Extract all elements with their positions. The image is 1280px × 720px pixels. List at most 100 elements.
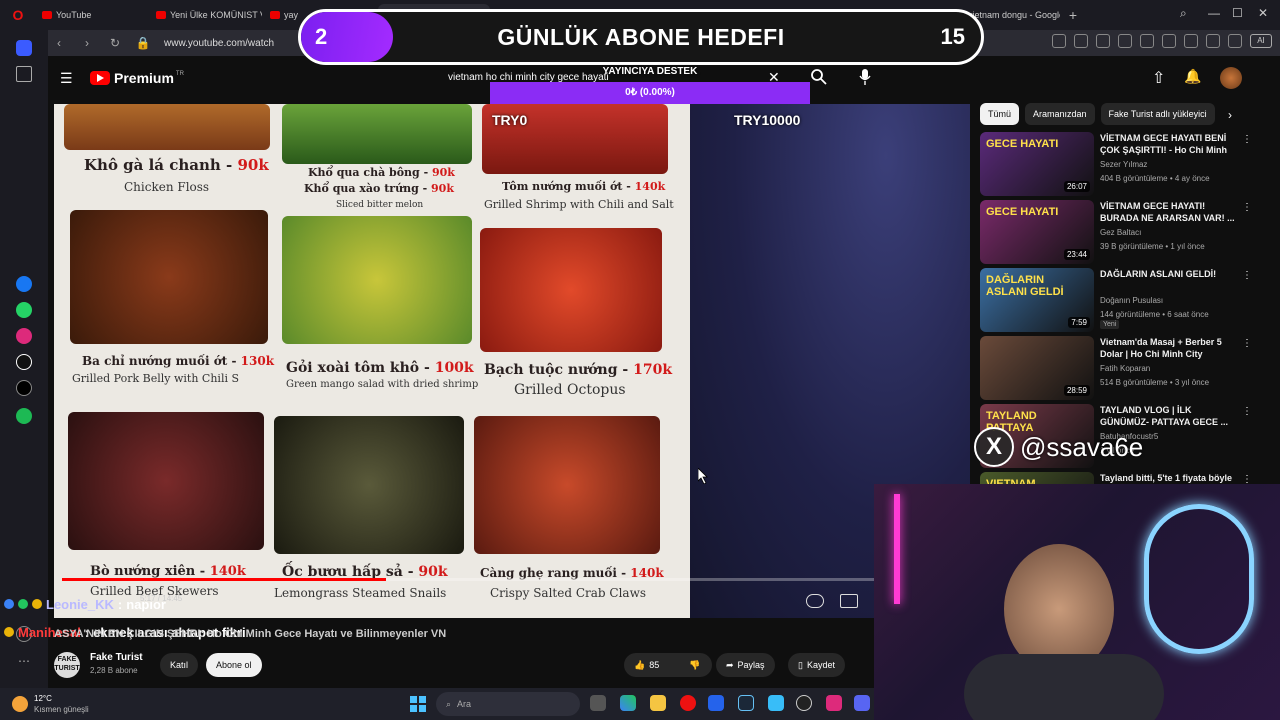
back-icon[interactable]: ‹ — [48, 36, 70, 50]
browser-tab[interactable]: YouTube — [36, 4, 148, 26]
heart-icon[interactable] — [1140, 34, 1154, 48]
camera-icon[interactable] — [1074, 34, 1088, 48]
menu-item-en: Sliced bitter melon — [336, 200, 424, 210]
video-channel[interactable]: Fatih Koparan — [1100, 364, 1150, 373]
video-thumbnail[interactable]: GECE HAYATI 23:44 — [980, 200, 1094, 264]
donation-title: YAYINCIYA DESTEK — [602, 66, 698, 77]
extensions-icon[interactable] — [1118, 34, 1132, 48]
recommended-video[interactable]: 28:59 Vietnam'da Masaj + Berber 5 Dolar |… — [980, 336, 1252, 400]
search-tabs-icon[interactable]: ⌕ — [1180, 6, 1187, 21]
video-player[interactable]: Khô gà lá chanh - 90k Chicken Floss Khổ … — [54, 104, 970, 618]
save-button[interactable]: ▯ Kaydet — [788, 653, 845, 677]
weather-icon[interactable] — [12, 696, 28, 712]
spotify-icon[interactable] — [16, 408, 32, 424]
more-options-icon[interactable]: ⋮ — [1242, 338, 1252, 349]
video-thumbnail[interactable]: DAĞLARIN ASLANI GELDİ 7:59 — [980, 268, 1094, 332]
video-thumbnail[interactable]: GECE HAYATI 26:07 — [980, 132, 1094, 196]
recommended-video[interactable]: DAĞLARIN ASLANI GELDİ 7:59 DAĞLARIN ASLANI… — [980, 268, 1252, 332]
video-title[interactable]: Tayland bitti, 5'te 1 fiyata böyle — [1100, 472, 1236, 484]
tab-label: Yeni Ülke KOMÜNIST Vietn — [170, 10, 262, 20]
more-options-icon[interactable]: ⋮ — [1242, 202, 1252, 213]
taskbar-search[interactable]: ⌕ Ara — [436, 692, 580, 716]
whatsapp-icon[interactable] — [16, 302, 32, 318]
dish-image — [64, 104, 270, 150]
join-button[interactable]: Katıl — [160, 653, 199, 677]
wallet-icon[interactable] — [1184, 34, 1198, 48]
chat-message: Leonie_KK : napıor — [4, 594, 166, 614]
autoplay-toggle[interactable] — [806, 594, 824, 608]
chip-from-search[interactable]: Aramanızdan — [1025, 103, 1095, 125]
download-icon[interactable] — [1162, 34, 1176, 48]
video-channel[interactable]: Sezer Yılmaz — [1100, 160, 1147, 169]
steam-icon[interactable] — [738, 695, 754, 711]
menu-icon[interactable]: ☰ — [60, 70, 73, 87]
minimize-icon[interactable]: — — [1208, 6, 1220, 20]
more-sidebar-icon[interactable]: ⋯ — [16, 654, 32, 670]
new-tab-button[interactable]: + — [1062, 7, 1084, 23]
chip-all[interactable]: Tümü — [980, 103, 1020, 125]
obs-icon[interactable] — [796, 695, 812, 711]
bookmark-star-icon[interactable] — [16, 66, 32, 82]
more-options-icon[interactable]: ⋮ — [1242, 134, 1252, 145]
aria-ai-button[interactable]: AI — [1250, 34, 1272, 48]
profile-icon[interactable] — [1206, 34, 1220, 48]
instagram-icon[interactable] — [16, 328, 32, 344]
upload-icon[interactable]: ⇧ — [1152, 68, 1168, 87]
video-thumbnail[interactable]: 28:59 — [980, 336, 1094, 400]
screenshot-icon[interactable] — [1052, 34, 1066, 48]
instagram-app-icon[interactable] — [826, 695, 842, 711]
file-explorer-icon[interactable] — [650, 695, 666, 711]
shield-icon[interactable] — [1096, 34, 1110, 48]
home-icon[interactable] — [16, 40, 32, 56]
more-options-icon[interactable]: ⋮ — [1242, 406, 1252, 417]
video-title[interactable]: TAYLAND VLOG | İLK GÜNÜMÜZ- PATTAYA GECE… — [1100, 404, 1236, 428]
more-options-icon[interactable]: ⋮ — [1242, 270, 1252, 281]
browser-tab[interactable]: Yeni Ülke KOMÜNIST Vietn — [150, 4, 262, 26]
opera-logo-icon[interactable]: O — [0, 0, 36, 30]
chevron-right-icon[interactable]: › — [1228, 108, 1232, 122]
logo-country: TR — [175, 71, 184, 77]
video-title[interactable]: VİETNAM GECE HAYATI BENİ ÇOK ŞAŞIRTTI! -… — [1100, 132, 1236, 156]
video-channel[interactable]: Gez Baltacı — [1100, 228, 1141, 237]
x-icon[interactable] — [16, 380, 32, 396]
cube-icon[interactable] — [1228, 34, 1242, 48]
maximize-icon[interactable]: ☐ — [1232, 6, 1243, 20]
dislike-button[interactable]: 👎 — [678, 653, 712, 677]
menu-item-vn: Bạch tuộc nướng - 170k — [484, 362, 673, 378]
video-title[interactable]: VİETNAM GECE HAYATI! BURADA NE ARARSAN V… — [1100, 200, 1236, 224]
microphone-icon[interactable] — [858, 68, 872, 86]
copilot-icon[interactable] — [620, 695, 636, 711]
subscriber-count: 2,28 B abone — [90, 666, 138, 675]
windows-start-icon[interactable] — [410, 696, 426, 712]
recommended-video[interactable]: GECE HAYATI 23:44 VİETNAM GECE HAYATI! BUR… — [980, 200, 1252, 264]
channel-name[interactable]: Fake Turist — [90, 652, 143, 663]
task-view-icon[interactable] — [590, 695, 606, 711]
notification-bell-icon[interactable]: 🔔 — [1184, 68, 1201, 86]
recommended-video[interactable]: GECE HAYATI 26:07 VİETNAM GECE HAYATI BENİ… — [980, 132, 1252, 196]
url-field[interactable]: www.youtube.com/watch — [164, 38, 274, 49]
chip-from-uploader[interactable]: Fake Turist adlı yükleyici — [1100, 103, 1215, 125]
opera-taskbar-icon[interactable] — [680, 695, 696, 711]
youtube-logo[interactable]: Premium TR — [90, 70, 184, 86]
video-title[interactable]: Vietnam'da Masaj + Berber 5 Dolar | Ho C… — [1100, 336, 1236, 360]
progress-bar[interactable] — [62, 578, 962, 581]
avatar[interactable] — [1220, 67, 1242, 89]
subtitles-icon[interactable] — [840, 594, 858, 608]
menu-item-vn: Khô gà lá chanh - 90k — [84, 156, 269, 174]
tiktok-icon[interactable] — [16, 354, 32, 370]
video-title[interactable]: DAĞLARIN ASLANI GELDİ! — [1100, 268, 1236, 280]
channel-avatar[interactable]: FAKE TURIST — [54, 652, 80, 678]
video-channel[interactable]: Doğanın Pusulası — [1100, 296, 1163, 305]
search-icon[interactable] — [810, 68, 828, 86]
store-icon[interactable] — [708, 695, 724, 711]
menu-item-en: Grilled Shrimp with Chili and Salt — [484, 198, 674, 211]
tab-label: YouTube — [56, 10, 92, 20]
messenger-icon[interactable] — [16, 276, 32, 292]
reload-icon[interactable]: ↻ — [104, 36, 126, 50]
close-window-icon[interactable]: ✕ — [1258, 6, 1268, 20]
settings-gear-icon[interactable] — [768, 695, 784, 711]
discord-icon[interactable] — [854, 695, 870, 711]
share-button[interactable]: ➦ Paylaş — [716, 653, 775, 677]
forward-icon[interactable]: › — [76, 36, 98, 50]
subscribe-button[interactable]: Abone ol — [206, 653, 262, 677]
